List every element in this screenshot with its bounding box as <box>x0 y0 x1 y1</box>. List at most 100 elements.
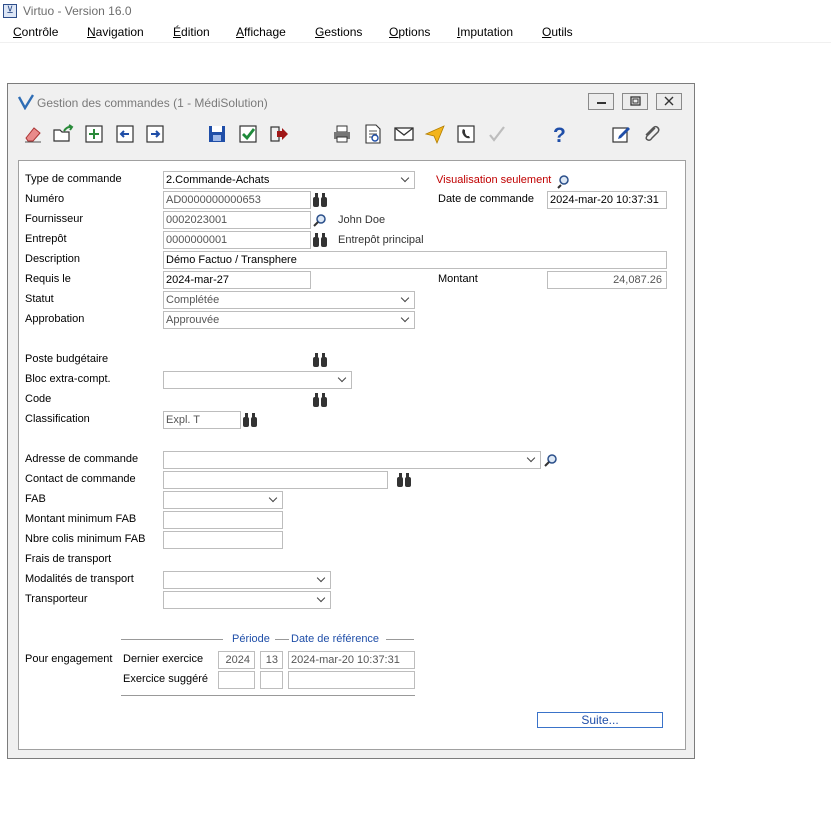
send-icon <box>424 125 445 145</box>
contact-label: Contact de commande <box>25 473 136 485</box>
description-field[interactable]: Démo Factuo / Transphere <box>163 251 667 269</box>
numero-field[interactable]: AD0000000000653 <box>163 191 311 209</box>
transporteur-select[interactable] <box>163 591 331 609</box>
montant-label: Montant <box>438 273 478 285</box>
dernier-annee-field[interactable]: 2024 <box>218 651 255 669</box>
contact-field[interactable] <box>163 471 388 489</box>
entrepot-name: Entrepôt principal <box>338 234 424 246</box>
help-button[interactable]: ? <box>548 123 570 147</box>
modalites-label: Modalités de transport <box>25 573 134 585</box>
classification-field[interactable]: Expl. T <box>163 411 241 429</box>
divider <box>386 639 414 640</box>
menu-imputation[interactable]: Imputation <box>457 25 513 39</box>
window-titlebar[interactable]: Gestion des commandes (1 - MédiSolution) <box>8 84 694 120</box>
requis-field[interactable]: 2024-mar-27 <box>163 271 311 289</box>
exercice-suggere-label: Exercice suggéré <box>123 673 208 685</box>
dernier-exercice-label: Dernier exercice <box>123 653 204 665</box>
dernier-date-field[interactable]: 2024-mar-20 10:37:31 <box>288 651 415 669</box>
open-folder-icon <box>53 124 74 142</box>
menu-outils[interactable]: Outils <box>542 25 573 39</box>
fab-label: FAB <box>25 493 46 505</box>
validate-button[interactable] <box>237 123 259 145</box>
binoculars-icon[interactable] <box>396 472 412 488</box>
bloc-label: Bloc extra-compt. <box>25 373 111 385</box>
app-titlebar: ⊻ Virtuo - Version 16.0 <box>0 0 831 22</box>
attachment-icon <box>645 125 660 141</box>
binoculars-icon[interactable] <box>312 392 328 408</box>
colis-min-fab-label: Nbre colis minimum FAB <box>25 533 146 545</box>
add-icon <box>85 125 103 143</box>
menu-affichage[interactable]: Affichage <box>236 25 286 39</box>
next-button[interactable] <box>144 123 166 145</box>
adresse-label: Adresse de commande <box>25 453 139 465</box>
email-button[interactable] <box>393 123 415 145</box>
attach-button[interactable] <box>640 123 662 145</box>
colis-min-fab-field[interactable] <box>163 531 283 549</box>
print-button[interactable] <box>331 123 353 145</box>
erase-icon <box>25 127 41 143</box>
minimize-icon <box>597 102 606 104</box>
preview-button[interactable] <box>362 123 384 145</box>
app-icon: ⊻ <box>3 4 17 18</box>
save-button[interactable] <box>206 123 228 145</box>
menu-edition[interactable]: Édition <box>173 25 210 39</box>
type-select[interactable]: 2.Commande-Achats <box>163 171 415 189</box>
divider <box>275 639 289 640</box>
bloc-select[interactable] <box>163 371 352 389</box>
montant-min-fab-field[interactable] <box>163 511 283 529</box>
phone-button[interactable] <box>455 123 477 145</box>
binoculars-icon[interactable] <box>312 232 328 248</box>
next-icon <box>146 125 164 143</box>
close-button[interactable] <box>656 93 682 110</box>
fournisseur-label: Fournisseur <box>25 213 84 225</box>
minimize-button[interactable] <box>588 93 614 110</box>
suggere-date-field[interactable] <box>288 671 415 689</box>
menu-navigation[interactable]: Navigation <box>87 25 144 39</box>
adresse-select[interactable] <box>163 451 541 469</box>
edit-button[interactable] <box>610 123 632 145</box>
medisolution-logo-icon <box>18 94 34 110</box>
binoculars-icon[interactable] <box>312 352 328 368</box>
statut-select[interactable]: Complétée <box>163 291 415 309</box>
maximize-button[interactable] <box>622 93 648 110</box>
exit-button[interactable] <box>268 123 290 145</box>
approbation-label: Approbation <box>25 313 85 325</box>
montant-field[interactable]: 24,087.26 <box>547 271 667 289</box>
approve-button[interactable] <box>486 123 508 145</box>
send-button[interactable] <box>424 123 446 145</box>
order-window: Gestion des commandes (1 - MédiSolution) <box>7 83 695 759</box>
fab-select[interactable] <box>163 491 283 509</box>
date-commande-label: Date de commande <box>438 193 534 205</box>
menu-options[interactable]: Options <box>389 25 430 39</box>
binoculars-icon[interactable] <box>312 192 328 208</box>
menu-controle[interactable]: Contrôle <box>13 25 58 39</box>
erase-button[interactable] <box>22 123 44 145</box>
approbation-select[interactable]: Approuvée <box>163 311 415 329</box>
entrepot-field[interactable]: 0000000001 <box>163 231 311 249</box>
montant-min-fab-label: Montant minimum FAB <box>25 513 137 525</box>
date-commande-field[interactable]: 2024-mar-20 10:37:31 <box>547 191 667 209</box>
search-icon[interactable] <box>312 212 328 228</box>
save-icon <box>209 126 225 142</box>
open-button[interactable] <box>52 123 74 145</box>
menu-gestions[interactable]: Gestions <box>315 25 362 39</box>
suggere-annee-field[interactable] <box>218 671 255 689</box>
binoculars-icon[interactable] <box>242 412 258 428</box>
fournisseur-field[interactable]: 0002023001 <box>163 211 311 229</box>
modalites-select[interactable] <box>163 571 331 589</box>
phone-icon <box>457 125 475 143</box>
type-label: Type de commande <box>25 173 122 185</box>
search-icon[interactable] <box>557 173 573 189</box>
add-button[interactable] <box>83 123 105 145</box>
suite-button[interactable]: Suite... <box>537 712 663 728</box>
previous-button[interactable] <box>114 123 136 145</box>
suggere-periode-field[interactable] <box>260 671 283 689</box>
search-icon[interactable] <box>543 452 559 468</box>
dernier-periode-field[interactable]: 13 <box>260 651 283 669</box>
approve-icon <box>489 126 505 142</box>
periode-header: Période <box>232 633 270 645</box>
frais-transport-label: Frais de transport <box>25 553 112 565</box>
code-label: Code <box>25 393 52 405</box>
preview-icon <box>365 124 381 144</box>
engagement-label: Pour engagement <box>25 653 113 665</box>
